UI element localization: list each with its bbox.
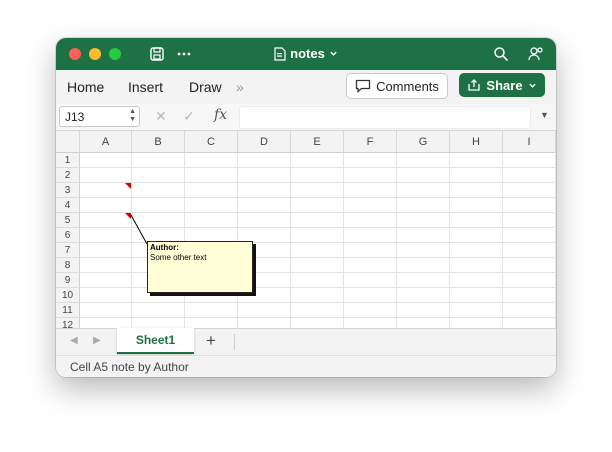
note-author: Author: [150, 243, 179, 252]
previous-sheet-icon[interactable]: ◀ [70, 335, 78, 346]
sheet-tab-bar: ◀ ▶ Sheet1 + [56, 328, 556, 356]
window-title-area: notes [56, 46, 556, 64]
share-button[interactable]: Share [459, 73, 545, 97]
zoom-window-button[interactable] [109, 48, 121, 60]
title-bar: notes [56, 38, 556, 70]
share-icon [468, 79, 481, 91]
ribbon: Home Insert Draw » Comments Share [56, 70, 556, 105]
next-sheet-icon[interactable]: ▶ [93, 335, 101, 346]
comments-button[interactable]: Comments [346, 73, 448, 99]
more-icon[interactable] [176, 45, 192, 63]
tab-home[interactable]: Home [67, 79, 104, 95]
minimize-window-button[interactable] [89, 48, 101, 60]
ribbon-overflow-button[interactable]: » [236, 79, 244, 95]
tab-insert[interactable]: Insert [128, 79, 163, 95]
chevron-down-icon [528, 83, 536, 88]
close-window-button[interactable] [69, 48, 81, 60]
cancel-edit-icon[interactable]: ✕ [155, 108, 167, 125]
share-label: Share [486, 77, 523, 93]
document-icon [274, 46, 286, 61]
name-box[interactable]: J13 ▲ ▼ [59, 106, 140, 127]
name-box-stepper[interactable]: ▲ ▼ [129, 108, 136, 124]
tab-draw[interactable]: Draw [189, 79, 222, 95]
search-icon[interactable] [493, 45, 509, 63]
note-text: Some other text [150, 253, 207, 262]
document-title-menu[interactable]: notes [274, 46, 338, 61]
formula-bar-expand-icon[interactable]: ▼ [540, 110, 549, 120]
confirm-edit-icon[interactable]: ✓ [183, 108, 195, 125]
chevron-down-icon [330, 51, 337, 56]
insert-function-button[interactable]: fx [214, 107, 227, 123]
add-sheet-button[interactable]: + [206, 331, 216, 351]
note-connector-line [130, 214, 148, 245]
formula-input[interactable] [239, 106, 531, 129]
excel-window: notes Home Insert Draw » Comments Share … [56, 38, 556, 377]
cell-note-popup[interactable]: Author: Some other text [147, 241, 253, 293]
comments-label: Comments [376, 78, 439, 94]
share-people-icon[interactable] [527, 45, 545, 63]
sheet-grid[interactable]: A B C D E F G H I 1 2 3 4 5 6 7 8 9 10 1… [56, 131, 556, 328]
comment-icon [355, 79, 371, 93]
sheet-tab-sheet1[interactable]: Sheet1 [117, 328, 194, 354]
tab-divider [234, 334, 235, 350]
formula-bar: J13 ▲ ▼ ✕ ✓ fx ▼ [56, 104, 556, 131]
document-title: notes [290, 46, 325, 61]
status-bar: Cell A5 note by Author [56, 355, 556, 377]
status-text: Cell A5 note by Author [70, 360, 189, 374]
save-icon[interactable] [149, 45, 165, 63]
name-box-value: J13 [65, 110, 85, 124]
